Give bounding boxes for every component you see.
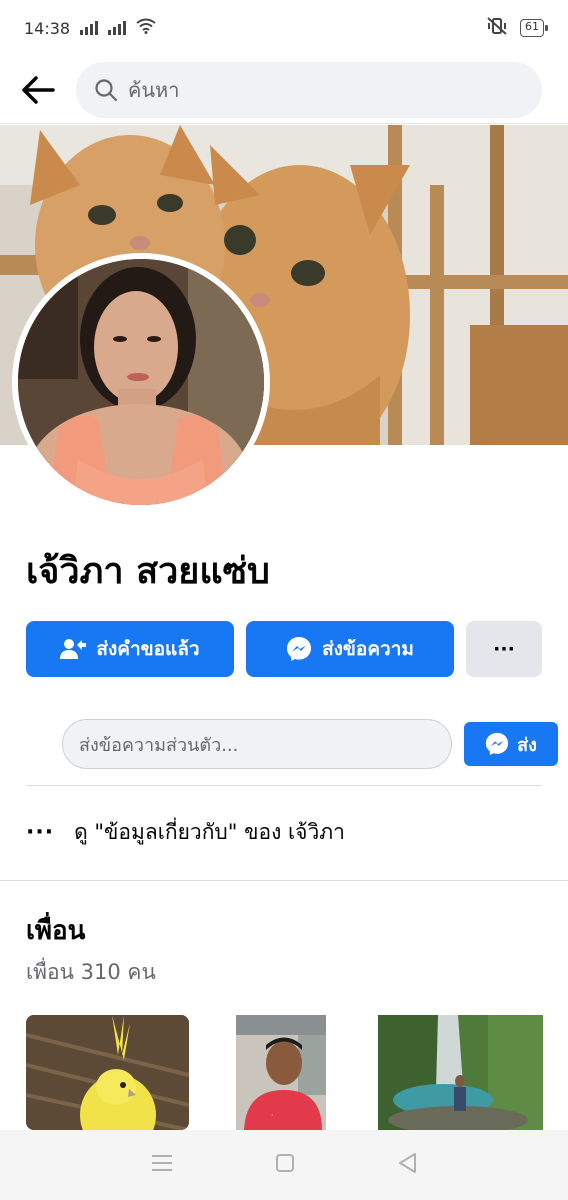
friend-photo-3[interactable] — [378, 1015, 543, 1130]
svg-text:·: · — [271, 1111, 274, 1120]
friend-photo-1[interactable] — [26, 1015, 189, 1130]
messenger-icon — [485, 732, 509, 756]
friend-photo-2[interactable]: · — [236, 1015, 326, 1130]
system-navigation-bar — [0, 1130, 568, 1200]
send-message-label: ส่งข้อความ — [322, 638, 414, 660]
more-options-button[interactable]: ··· — [466, 621, 542, 677]
section-divider — [0, 880, 568, 881]
about-link[interactable]: ··· ดู "ข้อมูลเกี่ยวกับ" ของ เจ้วิภา — [26, 812, 345, 852]
status-left: 14:38 — [24, 18, 156, 38]
more-dots-icon: ··· — [493, 638, 515, 660]
friends-section-title[interactable]: เพื่อน — [26, 910, 85, 951]
send-label: ส่ง — [517, 734, 537, 756]
friends-count: เพื่อน 310 คน — [26, 960, 156, 984]
back-button[interactable] — [16, 68, 60, 112]
friend-request-label: ส่งคำขอแล้ว — [96, 638, 200, 660]
add-friend-icon — [60, 638, 87, 660]
wifi-icon — [136, 18, 156, 38]
back-triangle-icon[interactable] — [397, 1152, 417, 1178]
cell-signal-2-icon — [108, 21, 127, 35]
messenger-icon — [286, 636, 312, 662]
profile-name: เจ้วิภา สวยแซ่บ — [26, 551, 270, 592]
status-time: 14:38 — [24, 18, 71, 38]
send-message-button[interactable]: ส่งข้อความ — [246, 621, 454, 677]
status-right: 61 — [486, 17, 548, 39]
back-arrow-icon — [22, 75, 55, 104]
top-navigation: ค้นหา — [0, 56, 568, 124]
private-message-row: ส่งข้อความส่วนตัว... ส่ง — [62, 718, 558, 770]
home-icon[interactable] — [275, 1153, 295, 1177]
profile-actions: ส่งคำขอแล้ว ส่งข้อความ ··· — [26, 621, 544, 677]
profile-picture[interactable] — [12, 253, 270, 511]
avatar — [18, 259, 264, 505]
vibrate-off-icon — [486, 17, 508, 39]
menu-icon[interactable] — [151, 1154, 173, 1176]
private-message-input[interactable]: ส่งข้อความส่วนตัว... — [62, 719, 452, 769]
status-bar: 14:38 61 — [0, 0, 568, 56]
search-input[interactable]: ค้นหา — [76, 61, 542, 118]
search-placeholder: ค้นหา — [128, 77, 180, 102]
friend-request-sent-button[interactable]: ส่งคำขอแล้ว — [26, 621, 234, 677]
about-label: ดู "ข้อมูลเกี่ยวกับ" ของ เจ้วิภา — [74, 819, 345, 844]
more-dots-icon: ··· — [26, 819, 55, 845]
battery-indicator: 61 — [520, 19, 548, 37]
send-button[interactable]: ส่ง — [464, 722, 558, 766]
search-icon — [95, 78, 118, 101]
cell-signal-icon — [80, 21, 99, 35]
private-message-placeholder: ส่งข้อความส่วนตัว... — [79, 734, 239, 756]
divider — [26, 785, 542, 786]
